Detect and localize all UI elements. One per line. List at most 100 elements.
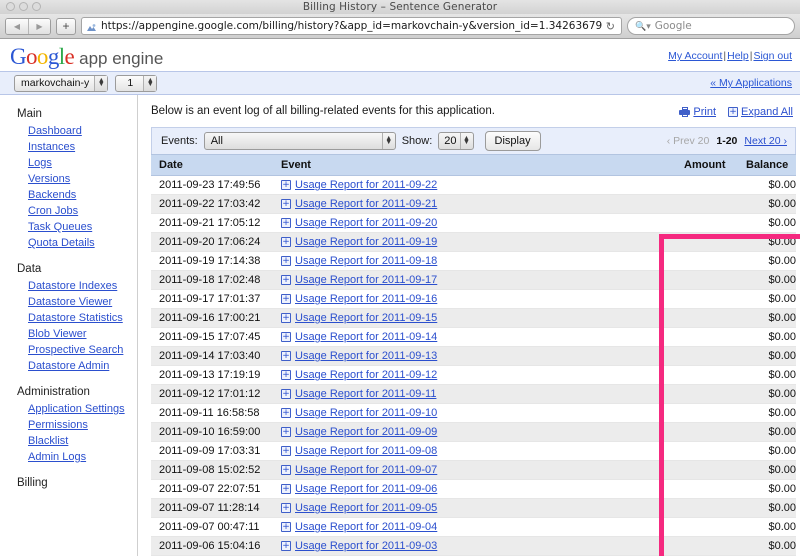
my-account-link[interactable]: My Account [668,50,722,62]
display-button[interactable]: Display [484,131,541,151]
usage-report-link[interactable]: Usage Report for 2011-09-11 [295,388,436,400]
sidebar-item-cron-jobs[interactable]: Cron Jobs [0,203,137,219]
column-header-event[interactable]: Event [273,154,676,176]
new-tab-button[interactable]: + [56,17,76,35]
usage-report-link[interactable]: Usage Report for 2011-09-22 [295,179,437,191]
sidebar-item-backends[interactable]: Backends [0,187,137,203]
plus-box-icon[interactable]: + [281,522,291,532]
window-controls[interactable] [6,2,41,11]
print-button[interactable]: Print [679,106,716,118]
usage-report-link[interactable]: Usage Report for 2011-09-08 [295,445,437,457]
plus-box-icon[interactable]: + [281,370,291,380]
plus-box-icon[interactable]: + [281,389,291,399]
navigation-buttons[interactable]: ◀ ▶ [5,17,51,35]
sidebar-item-label[interactable]: Prospective Search [28,344,123,356]
sidebar-item-label[interactable]: Logs [28,157,52,169]
plus-box-icon[interactable]: + [281,332,291,342]
next-page-link[interactable]: Next 20 › [744,135,787,147]
plus-box-icon[interactable]: + [281,294,291,304]
plus-box-icon[interactable]: + [281,218,291,228]
sidebar-item-logs[interactable]: Logs [0,155,137,171]
version-select[interactable]: 1 ▲ ▼ [115,74,158,92]
plus-box-icon[interactable]: + [281,180,291,190]
sidebar-item-label[interactable]: Quota Details [28,237,95,249]
plus-box-icon[interactable]: + [281,503,291,513]
plus-box-icon[interactable]: + [281,465,291,475]
column-header-date[interactable]: Date [151,154,273,176]
sidebar-item-datastore-indexes[interactable]: Datastore Indexes [0,278,137,294]
sidebar-item-label[interactable]: Cron Jobs [28,205,78,217]
close-window-button[interactable] [6,2,15,11]
usage-report-link[interactable]: Usage Report for 2011-09-21 [295,198,437,210]
browser-search-field[interactable]: 🔍▾ Google [627,17,795,35]
sidebar-item-label[interactable]: Backends [28,189,76,201]
show-count-select[interactable]: 20 ▲ ▼ [438,132,474,150]
sidebar-item-quota-details[interactable]: Quota Details [0,235,137,251]
sidebar-item-datastore-admin[interactable]: Datastore Admin [0,358,137,374]
my-applications-link[interactable]: « My Applications [710,77,792,89]
events-filter-select[interactable]: All ▲ ▼ [203,132,396,150]
minimize-window-button[interactable] [19,2,28,11]
sidebar-item-versions[interactable]: Versions [0,171,137,187]
sidebar-item-datastore-viewer[interactable]: Datastore Viewer [0,294,137,310]
usage-report-link[interactable]: Usage Report for 2011-09-07 [295,464,437,476]
plus-box-icon[interactable]: + [281,484,291,494]
sidebar-item-admin-logs[interactable]: Admin Logs [0,449,137,465]
usage-report-link[interactable]: Usage Report for 2011-09-05 [295,502,437,514]
usage-report-link[interactable]: Usage Report for 2011-09-04 [295,521,437,533]
sidebar-item-label[interactable]: Blob Viewer [28,328,87,340]
plus-box-icon[interactable]: + [281,237,291,247]
sidebar-item-prospective-search[interactable]: Prospective Search [0,342,137,358]
usage-report-link[interactable]: Usage Report for 2011-09-17 [295,274,437,286]
sidebar-item-label[interactable]: Admin Logs [28,451,86,463]
help-link[interactable]: Help [727,50,749,62]
sidebar-item-datastore-statistics[interactable]: Datastore Statistics [0,310,137,326]
sidebar-item-label[interactable]: Datastore Statistics [28,312,123,324]
plus-box-icon[interactable]: + [281,199,291,209]
usage-report-link[interactable]: Usage Report for 2011-09-09 [295,426,437,438]
zoom-window-button[interactable] [32,2,41,11]
sidebar-item-label[interactable]: Instances [28,141,75,153]
sidebar-item-label[interactable]: Datastore Viewer [28,296,112,308]
sidebar-item-task-queues[interactable]: Task Queues [0,219,137,235]
sidebar-item-instances[interactable]: Instances [0,139,137,155]
chevron-updown-icon[interactable]: ▲ ▼ [381,133,395,149]
plus-box-icon[interactable]: + [281,541,291,551]
back-arrow-icon[interactable]: ◀ [6,18,28,34]
sidebar-item-permissions[interactable]: Permissions [0,417,137,433]
sidebar-item-label[interactable]: Datastore Indexes [28,280,117,292]
plus-box-icon[interactable]: + [281,256,291,266]
sidebar-item-label[interactable]: Versions [28,173,70,185]
column-header-balance[interactable]: Balance [738,154,796,176]
chevron-updown-icon[interactable]: ▲ ▼ [459,133,473,149]
plus-box-icon[interactable]: + [281,275,291,285]
sidebar-item-application-settings[interactable]: Application Settings [0,401,137,417]
usage-report-link[interactable]: Usage Report for 2011-09-16 [295,293,437,305]
reload-icon[interactable]: ↻ [606,20,617,33]
plus-box-icon[interactable]: + [281,446,291,456]
sidebar-item-label[interactable]: Application Settings [28,403,125,415]
usage-report-link[interactable]: Usage Report for 2011-09-15 [295,312,437,324]
expand-all-button[interactable]: + Expand All [728,106,793,118]
plus-box-icon[interactable]: + [281,408,291,418]
google-app-engine-logo[interactable]: Google app engine [10,45,163,69]
prev-page-link[interactable]: ‹ Prev 20 [667,135,710,147]
sidebar-item-label[interactable]: Task Queues [28,221,92,233]
sidebar-item-blob-viewer[interactable]: Blob Viewer [0,326,137,342]
usage-report-link[interactable]: Usage Report for 2011-09-19 [295,236,437,248]
usage-report-link[interactable]: Usage Report for 2011-09-12 [295,369,437,381]
forward-arrow-icon[interactable]: ▶ [28,18,50,34]
sidebar-item-label[interactable]: Dashboard [28,125,82,137]
sidebar-item-blacklist[interactable]: Blacklist [0,433,137,449]
url-bar[interactable]: https://appengine.google.com/billing/his… [81,17,622,35]
usage-report-link[interactable]: Usage Report for 2011-09-14 [295,331,437,343]
usage-report-link[interactable]: Usage Report for 2011-09-18 [295,255,437,267]
plus-box-icon[interactable]: + [281,351,291,361]
usage-report-link[interactable]: Usage Report for 2011-09-13 [295,350,437,362]
sidebar-item-label[interactable]: Permissions [28,419,88,431]
sign-out-link[interactable]: Sign out [753,50,792,62]
usage-report-link[interactable]: Usage Report for 2011-09-03 [295,540,437,552]
sidebar-item-dashboard[interactable]: Dashboard [0,123,137,139]
sidebar-item-label[interactable]: Datastore Admin [28,360,109,372]
usage-report-link[interactable]: Usage Report for 2011-09-20 [295,217,437,229]
